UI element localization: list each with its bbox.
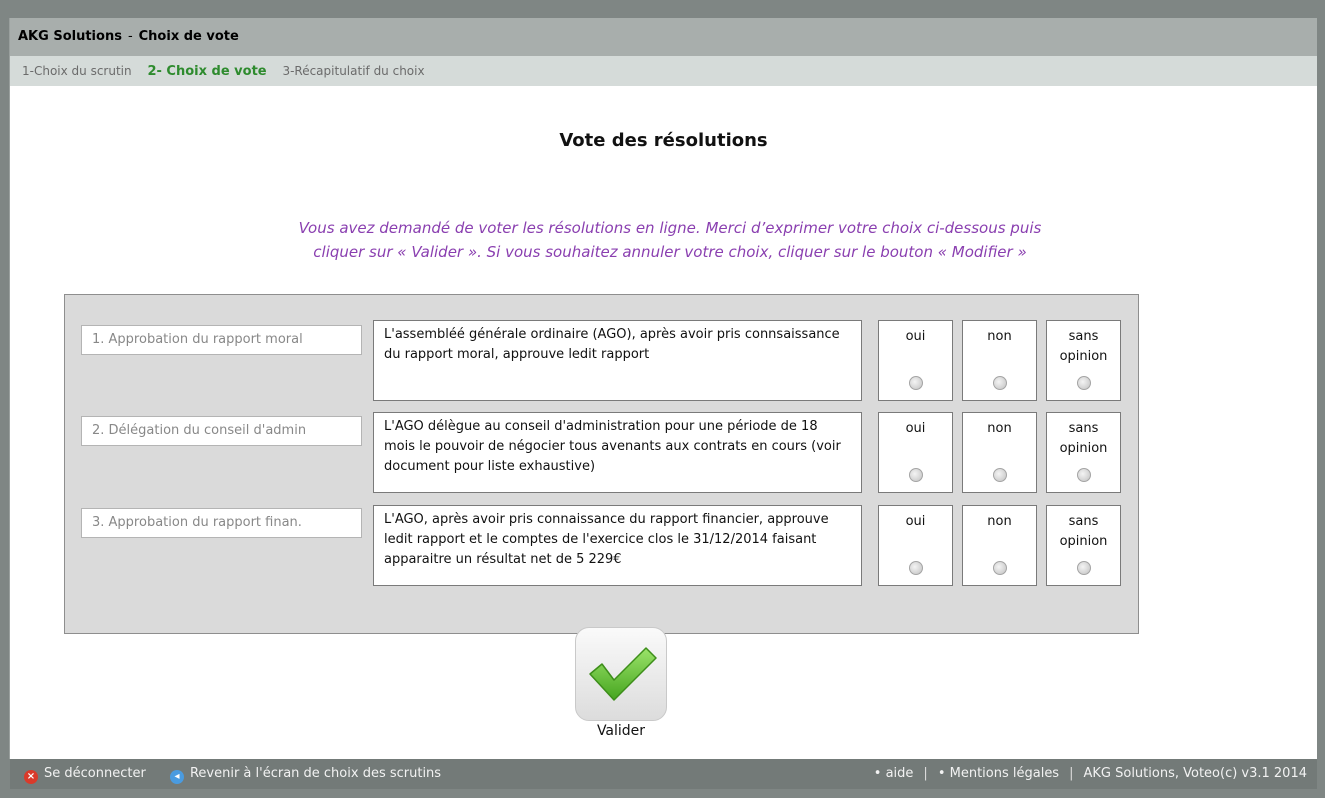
resolution-2-option-oui[interactable]: oui [878, 412, 953, 493]
resolutions-panel: 1. Approbation du rapport moral L'assemb… [64, 294, 1139, 634]
resolution-2-option-non[interactable]: non [962, 412, 1037, 493]
help-link[interactable]: • aide [874, 766, 914, 781]
step-recapitulatif[interactable]: 3-Récapitulatif du choix [282, 64, 424, 78]
option-label: sans opinion [1047, 413, 1120, 459]
option-label-line-1: sans [1068, 514, 1099, 529]
resolution-1-option-sans-opinion[interactable]: sans opinion [1046, 320, 1121, 401]
radio-non[interactable] [992, 468, 1007, 482]
radio-sans-opinion[interactable] [1076, 468, 1091, 482]
resolution-3-option-oui[interactable]: oui [878, 505, 953, 586]
footer-divider: | [1069, 766, 1074, 781]
radio-sans-opinion[interactable] [1076, 561, 1091, 575]
validate-button[interactable] [575, 627, 667, 721]
validate-label[interactable]: Valider [571, 723, 671, 739]
page-title: Vote des résolutions [559, 130, 768, 151]
footer-bar: × Se déconnecter ◂ Revenir à l'écran de ch… [10, 759, 1317, 789]
option-label: oui [905, 329, 926, 344]
footer-left: × Se déconnecter ◂ Revenir à l'écran de ch… [24, 759, 461, 789]
option-label: sans opinion [1047, 321, 1120, 367]
option-label: non [987, 514, 1012, 529]
resolution-1-option-oui[interactable]: oui [878, 320, 953, 401]
resolution-3-description: L'AGO, après avoir pris connaissance du … [373, 505, 862, 586]
resolution-2-description: L'AGO délègue au conseil d'administratio… [373, 412, 862, 493]
resolution-1-description: L'assembléé générale ordinaire (AGO), ap… [373, 320, 862, 401]
radio-oui[interactable] [908, 561, 923, 575]
legal-link[interactable]: • Mentions légales [938, 766, 1059, 781]
copyright: AKG Solutions, Voteo(c) v3.1 2014 [1083, 766, 1307, 781]
option-label: non [987, 329, 1012, 344]
resolution-3-option-sans-opinion[interactable]: sans opinion [1046, 505, 1121, 586]
radio-non[interactable] [992, 561, 1007, 575]
close-icon: × [24, 770, 38, 784]
footer-divider: | [923, 766, 928, 781]
step-choix-scrutin[interactable]: 1-Choix du scrutin [22, 64, 132, 78]
option-label-line-2: opinion [1059, 441, 1108, 456]
checkmark-icon [589, 647, 657, 701]
back-arrow-icon: ◂ [169, 770, 184, 784]
option-label-line-1: sans [1068, 421, 1099, 436]
radio-oui[interactable] [908, 376, 923, 390]
logout-label: Se déconnecter [44, 766, 146, 781]
instructions-line-2: cliquer sur « Valider ». Si vous souhait… [313, 243, 1027, 261]
resolution-1-label: 1. Approbation du rapport moral [81, 325, 362, 355]
option-label: sans opinion [1047, 506, 1120, 552]
title-separator: - [127, 29, 133, 44]
option-label-line-1: sans [1068, 329, 1099, 344]
radio-non[interactable] [992, 376, 1007, 390]
resolution-2-option-sans-opinion[interactable]: sans opinion [1046, 412, 1121, 493]
step-choix-vote[interactable]: 2- Choix de vote [147, 64, 266, 79]
radio-sans-opinion[interactable] [1076, 376, 1091, 390]
back-label: Revenir à l'écran de choix des scrutins [189, 766, 442, 781]
back-link[interactable]: ◂ Revenir à l'écran de choix des scrutins [169, 766, 442, 784]
resolution-2-label: 2. Délégation du conseil d'admin [81, 416, 362, 446]
app-window: AKG Solutions - Choix de vote 1-Choix du s… [9, 18, 1317, 789]
logout-link[interactable]: × Se déconnecter [24, 766, 146, 784]
step-breadcrumb: 1-Choix du scrutin 2- Choix de vote 3-Ré… [10, 56, 1317, 86]
app-name: AKG Solutions [18, 29, 122, 44]
resolution-3-label: 3. Approbation du rapport finan. [81, 508, 362, 538]
option-label: oui [905, 514, 926, 529]
resolution-3-option-non[interactable]: non [962, 505, 1037, 586]
radio-oui[interactable] [908, 468, 923, 482]
title-bar: AKG Solutions - Choix de vote [10, 18, 1317, 56]
option-label: non [987, 421, 1012, 436]
footer-right: • aide | • Mentions légales | AKG Solutions,… [874, 759, 1307, 789]
option-label-line-2: opinion [1059, 349, 1108, 364]
instructions-line-1: Vous avez demandé de voter les résolutio… [298, 219, 1042, 237]
window-title: Choix de vote [138, 29, 239, 44]
instructions-text: Vous avez demandé de voter les résolutio… [210, 216, 1130, 264]
option-label-line-2: opinion [1059, 534, 1108, 549]
resolution-1-option-non[interactable]: non [962, 320, 1037, 401]
option-label: oui [905, 421, 926, 436]
